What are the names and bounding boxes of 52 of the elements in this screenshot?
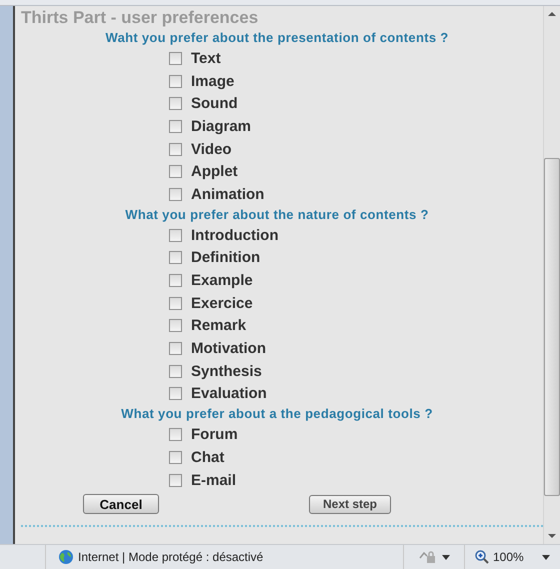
option-label: Synthesis (191, 362, 262, 380)
checkbox[interactable] (169, 296, 182, 310)
question-heading: What you prefer about a the pedagogical tools ? (120, 405, 434, 424)
scrollbar[interactable] (543, 6, 560, 544)
option-label: Forum (191, 426, 238, 444)
checkbox[interactable] (169, 274, 182, 288)
option-label: Chat (191, 448, 224, 466)
question-heading: What you prefer about the nature of contents ? (124, 206, 430, 224)
zoom-level[interactable]: 100% (493, 550, 524, 564)
checkbox[interactable] (169, 387, 182, 400)
option-label: Video (191, 140, 232, 158)
caret-icon[interactable] (542, 554, 550, 560)
checkbox[interactable] (169, 228, 182, 242)
option-label: Motivation (191, 340, 266, 358)
checkbox[interactable] (169, 474, 182, 487)
scroll-down-icon[interactable] (548, 534, 556, 538)
next-button[interactable]: Next step (309, 494, 391, 514)
checkbox[interactable] (169, 428, 182, 442)
cancel-button[interactable]: Cancel (83, 494, 159, 514)
zoom-icon[interactable] (475, 550, 489, 564)
checkbox[interactable] (169, 251, 182, 264)
checkbox[interactable] (169, 342, 182, 356)
option-label: Text (191, 50, 221, 67)
option-label: Animation (191, 186, 264, 203)
checkbox[interactable] (169, 364, 182, 378)
checkbox[interactable] (169, 52, 182, 65)
option-label: Evaluation (191, 385, 267, 402)
option-label: Sound (191, 95, 238, 112)
option-label: Introduction (191, 226, 278, 244)
checkbox[interactable] (169, 74, 182, 88)
option-label: E-mail (191, 472, 236, 489)
caret-icon[interactable] (442, 554, 450, 560)
option-label: Exercice (191, 294, 253, 312)
scroll-thumb[interactable] (544, 158, 560, 496)
scroll-up-icon[interactable] (548, 12, 556, 16)
page-title: Thirts Part - user preferences (21, 8, 260, 29)
option-label: Applet (191, 163, 238, 180)
checkbox[interactable] (169, 97, 182, 110)
option-label: Remark (191, 317, 246, 334)
option-label: Definition (191, 249, 260, 266)
checkbox[interactable] (169, 142, 182, 156)
option-label: Image (191, 72, 234, 90)
checkbox[interactable] (169, 188, 182, 201)
option-label: Diagram (191, 118, 252, 135)
question-heading: Waht you prefer about the presentation of contents ? (104, 29, 450, 47)
status-text: Internet | Mode protégé : désactivé (78, 550, 264, 564)
checkbox[interactable] (169, 120, 182, 133)
checkbox[interactable] (169, 319, 182, 332)
option-label: Example (191, 272, 253, 290)
checkbox[interactable] (169, 165, 182, 178)
checkbox[interactable] (169, 450, 182, 464)
globe-icon (58, 549, 74, 565)
